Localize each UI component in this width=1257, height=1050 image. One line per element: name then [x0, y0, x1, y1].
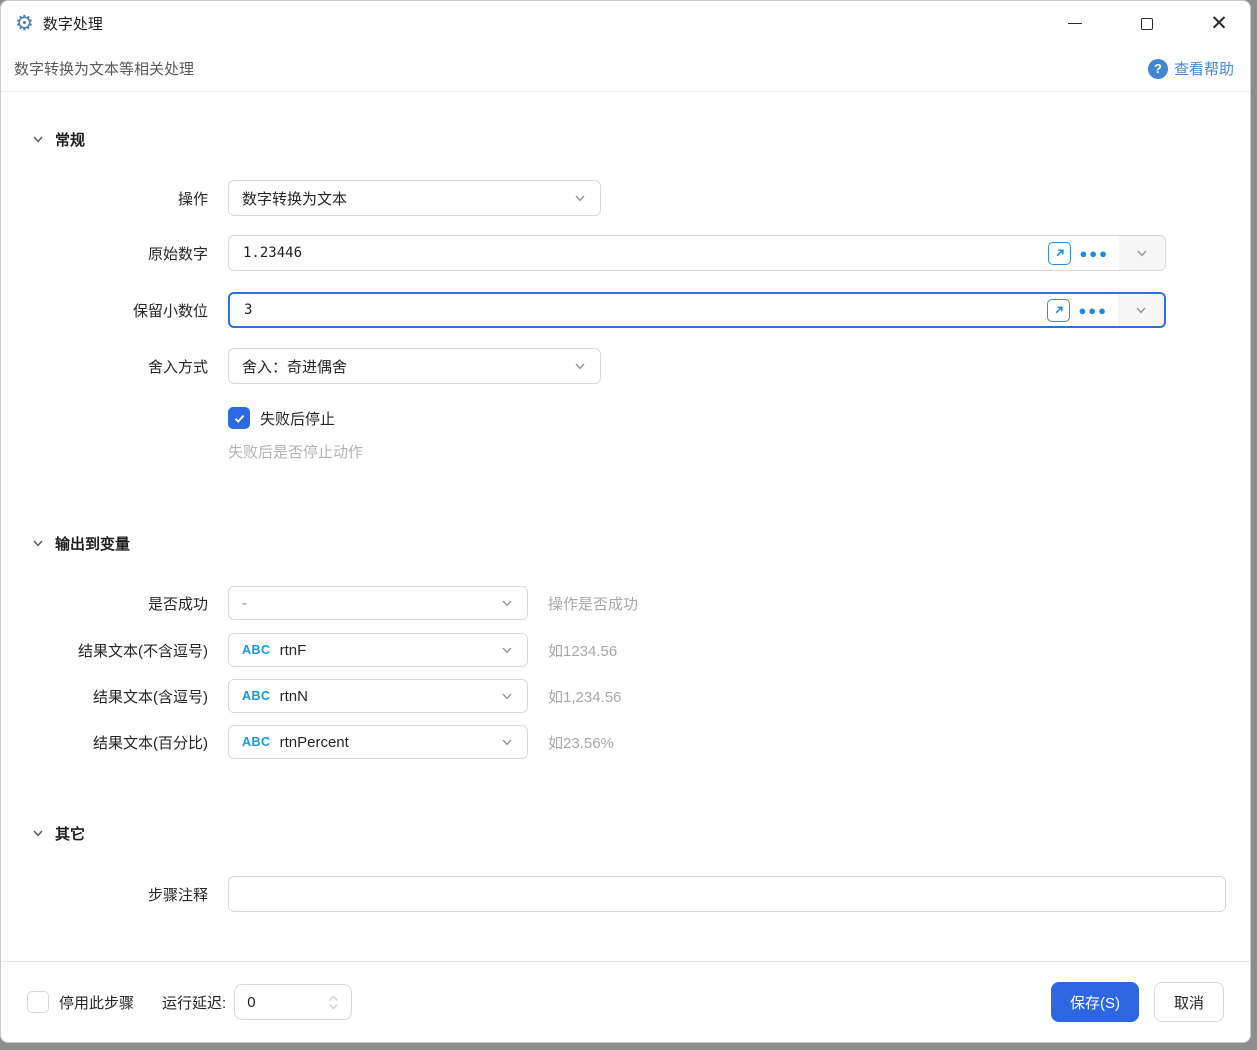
- rounding-label: 舍入方式: [147, 358, 208, 376]
- result-percent-hint: 如23.56%: [548, 734, 614, 752]
- result-comma-select[interactable]: ABC rtnN: [228, 679, 528, 713]
- chevron-down-icon: [573, 191, 587, 205]
- chevron-up-icon: [329, 995, 339, 1001]
- row-success-var: 是否成功 - 操作是否成功: [1, 586, 1250, 620]
- dialog-footer: 停用此步骤 运行延迟: 保存(S) 取消: [1, 961, 1250, 1042]
- string-type-icon: ABC: [242, 643, 271, 657]
- gear-icon: ⚙: [15, 12, 34, 35]
- string-type-icon: ABC: [242, 689, 271, 703]
- row-decimal-places: 保留小数位 ●●●: [1, 292, 1250, 328]
- result-percent-value: rtnPercent: [279, 733, 349, 751]
- operation-label: 操作: [177, 190, 208, 208]
- chevron-down-icon: [573, 359, 587, 373]
- number-stepper[interactable]: [328, 995, 351, 1010]
- titlebar: ⚙ 数字处理 ✕: [1, 1, 1250, 46]
- result-plain-value: rtnF: [279, 641, 307, 659]
- result-comma-value: rtnN: [279, 687, 308, 705]
- expand-editor-icon[interactable]: [1047, 298, 1071, 322]
- result-percent-label: 结果文本(百分比): [93, 734, 208, 752]
- success-var-value: -: [242, 594, 247, 612]
- dialog-content: 常规 操作 数字转换为文本 原始数字 ●●●: [1, 92, 1250, 961]
- operation-value: 数字转换为文本: [242, 190, 348, 208]
- chevron-down-icon: [31, 132, 45, 146]
- stop-on-fail-label: 失败后停止: [260, 410, 336, 428]
- step-comment-input[interactable]: [228, 876, 1226, 912]
- section-general-title: 常规: [55, 131, 86, 149]
- disable-step-checkbox[interactable]: [27, 991, 49, 1013]
- result-plain-select[interactable]: ABC rtnF: [228, 633, 528, 667]
- chevron-down-icon: [500, 735, 514, 749]
- maximize-button[interactable]: [1134, 11, 1160, 37]
- rounding-value: 舍入：奇进偶舍: [242, 358, 348, 376]
- row-result-comma: 结果文本(含逗号) ABC rtnN 如1,234.56: [1, 679, 1250, 713]
- cancel-button[interactable]: 取消: [1154, 982, 1224, 1022]
- section-other-title: 其它: [55, 825, 86, 843]
- decimal-places-field: ●●●: [228, 292, 1166, 328]
- maximize-icon: [1141, 17, 1153, 30]
- success-var-hint: 操作是否成功: [548, 595, 639, 613]
- row-rounding: 舍入方式 舍入：奇进偶舍: [1, 348, 1250, 384]
- success-var-label: 是否成功: [147, 595, 208, 613]
- chevron-down-icon: [500, 689, 514, 703]
- disable-step-label: 停用此步骤: [59, 994, 135, 1012]
- row-step-comment: 步骤注释: [1, 876, 1250, 912]
- section-output-title: 输出到变量: [55, 535, 131, 553]
- help-icon: ?: [1147, 58, 1168, 79]
- section-other-header[interactable]: 其它: [31, 822, 1250, 844]
- stop-on-fail-checkbox[interactable]: [228, 407, 250, 429]
- section-general-header[interactable]: 常规: [31, 128, 1250, 150]
- subtitle-row: 数字转换为文本等相关处理 ? 查看帮助: [1, 46, 1250, 92]
- more-options-icon[interactable]: ●●●: [1078, 304, 1108, 317]
- step-comment-label: 步骤注释: [147, 886, 208, 904]
- dialog-window: ⚙ 数字处理 ✕ 数字转换为文本等相关处理 ? 查看帮助 常规 操作 数字转换为…: [0, 0, 1251, 1043]
- row-source-number: 原始数字 ●●●: [1, 235, 1250, 271]
- source-number-input[interactable]: [229, 236, 1049, 270]
- more-options-icon[interactable]: ●●●: [1079, 247, 1109, 260]
- window-title: 数字处理: [42, 16, 103, 33]
- source-number-field: ●●●: [228, 235, 1166, 271]
- minimize-button[interactable]: [1062, 11, 1088, 37]
- result-plain-hint: 如1234.56: [548, 642, 618, 660]
- chevron-down-icon: [500, 643, 514, 657]
- result-percent-select[interactable]: ABC rtnPercent: [228, 725, 528, 759]
- decimal-places-label: 保留小数位: [132, 302, 208, 320]
- stop-on-fail-hint: 失败后是否停止动作: [228, 444, 364, 461]
- run-delay-field: [234, 984, 353, 1020]
- window-controls: ✕: [1062, 11, 1232, 37]
- help-link[interactable]: ? 查看帮助: [1147, 58, 1234, 79]
- minimize-icon: [1068, 23, 1082, 24]
- chevron-down-icon: [329, 1003, 339, 1009]
- run-delay-input[interactable]: [235, 993, 329, 1011]
- row-operation: 操作 数字转换为文本: [1, 180, 1250, 216]
- help-link-label: 查看帮助: [1173, 61, 1234, 78]
- run-delay-label: 运行延迟:: [162, 994, 227, 1012]
- string-type-icon: ABC: [242, 735, 271, 749]
- close-button[interactable]: ✕: [1206, 11, 1232, 37]
- operation-select[interactable]: 数字转换为文本: [228, 180, 601, 216]
- decimal-places-input[interactable]: [230, 294, 1048, 326]
- result-plain-label: 结果文本(不含逗号): [78, 642, 208, 660]
- row-result-percent: 结果文本(百分比) ABC rtnPercent 如23.56%: [1, 725, 1250, 759]
- save-button[interactable]: 保存(S): [1051, 982, 1139, 1022]
- chevron-down-icon: [500, 596, 514, 610]
- footer-buttons: 保存(S) 取消: [1051, 982, 1224, 1022]
- success-var-select[interactable]: -: [228, 586, 528, 620]
- rounding-select[interactable]: 舍入：奇进偶舍: [228, 348, 601, 384]
- result-comma-hint: 如1,234.56: [548, 688, 622, 706]
- section-output-header[interactable]: 输出到变量: [31, 532, 1250, 554]
- decimal-places-dropdown-toggle[interactable]: [1118, 294, 1164, 326]
- source-number-dropdown-toggle[interactable]: [1119, 236, 1165, 270]
- chevron-down-icon: [31, 826, 45, 840]
- expand-editor-icon[interactable]: [1048, 241, 1072, 265]
- dialog-description: 数字转换为文本等相关处理: [14, 61, 195, 78]
- row-stop-on-fail: 失败后停止: [1, 407, 1250, 429]
- row-result-plain: 结果文本(不含逗号) ABC rtnF 如1234.56: [1, 633, 1250, 667]
- close-icon: ✕: [1210, 12, 1228, 35]
- row-stop-on-fail-hint: 失败后是否停止动作: [1, 441, 1250, 462]
- result-comma-label: 结果文本(含逗号): [93, 688, 208, 706]
- chevron-down-icon: [31, 536, 45, 550]
- source-number-label: 原始数字: [147, 245, 208, 263]
